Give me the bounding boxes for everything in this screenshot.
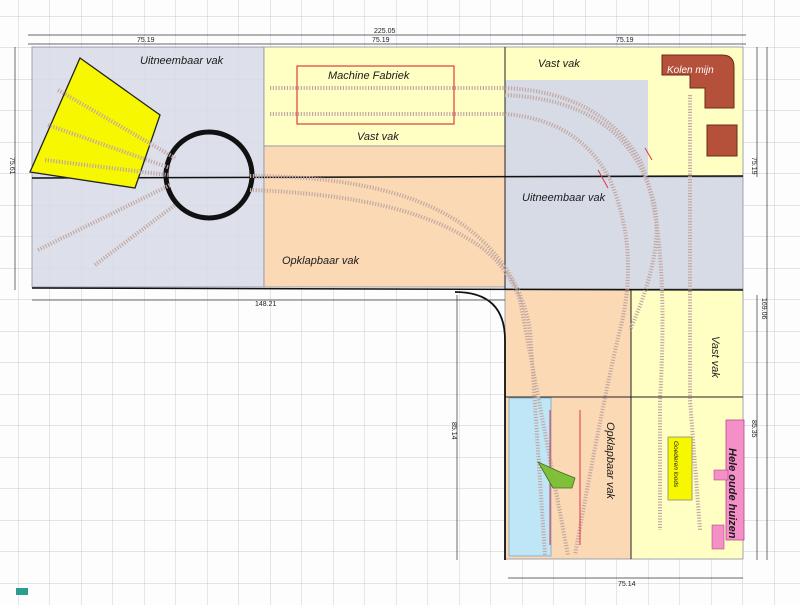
dim-total-top: 225.05	[374, 28, 396, 35]
track-plan-diagram: Uitneembaar vak Machine Fabriek Vast vak…	[0, 0, 800, 605]
label-uitneembaar-left: Uitneembaar vak	[140, 55, 224, 67]
dim-lower-middle: 85.14	[450, 422, 457, 440]
section-top-right-grey-inset	[505, 80, 648, 177]
corner-swatch	[16, 588, 28, 595]
dim-bottom: 75.14	[618, 581, 636, 588]
label-hele-oude-huizen: Hele oude huizen	[726, 448, 738, 539]
goederen-loods-building	[667, 436, 693, 501]
label-kolen-mijn: Kolen mijn	[667, 65, 714, 76]
label-uitneembaar-right: Uitneembaar vak	[522, 192, 606, 204]
dim-top-right: 75.19	[616, 37, 634, 44]
dim-right-total: 169.06	[760, 298, 767, 320]
dim-top-middle: 75.19	[372, 37, 390, 44]
dim-right-upper: 75.19	[750, 157, 757, 175]
label-goederen-loods: Goederen loods	[672, 441, 679, 488]
kolen-mijn-shed	[706, 124, 738, 157]
label-vast-right-lower: Vast vak	[709, 336, 721, 378]
small-building	[713, 469, 729, 481]
dim-right-lower: 85.35	[750, 420, 757, 438]
label-opklapbaar-lower: Opklapbaar vak	[604, 422, 616, 500]
dim-left-side: 75.61	[8, 157, 15, 175]
dim-middle-horizontal: 148.21	[255, 301, 277, 308]
label-opklapbaar-middle: Opklapbaar vak	[282, 255, 360, 267]
dim-top-left: 75.19	[137, 37, 155, 44]
label-machine-fabriek: Machine Fabriek	[328, 70, 410, 82]
label-vast-top-right: Vast vak	[538, 58, 580, 70]
label-vast-top-middle: Vast vak	[357, 131, 399, 143]
small-building	[711, 524, 725, 550]
